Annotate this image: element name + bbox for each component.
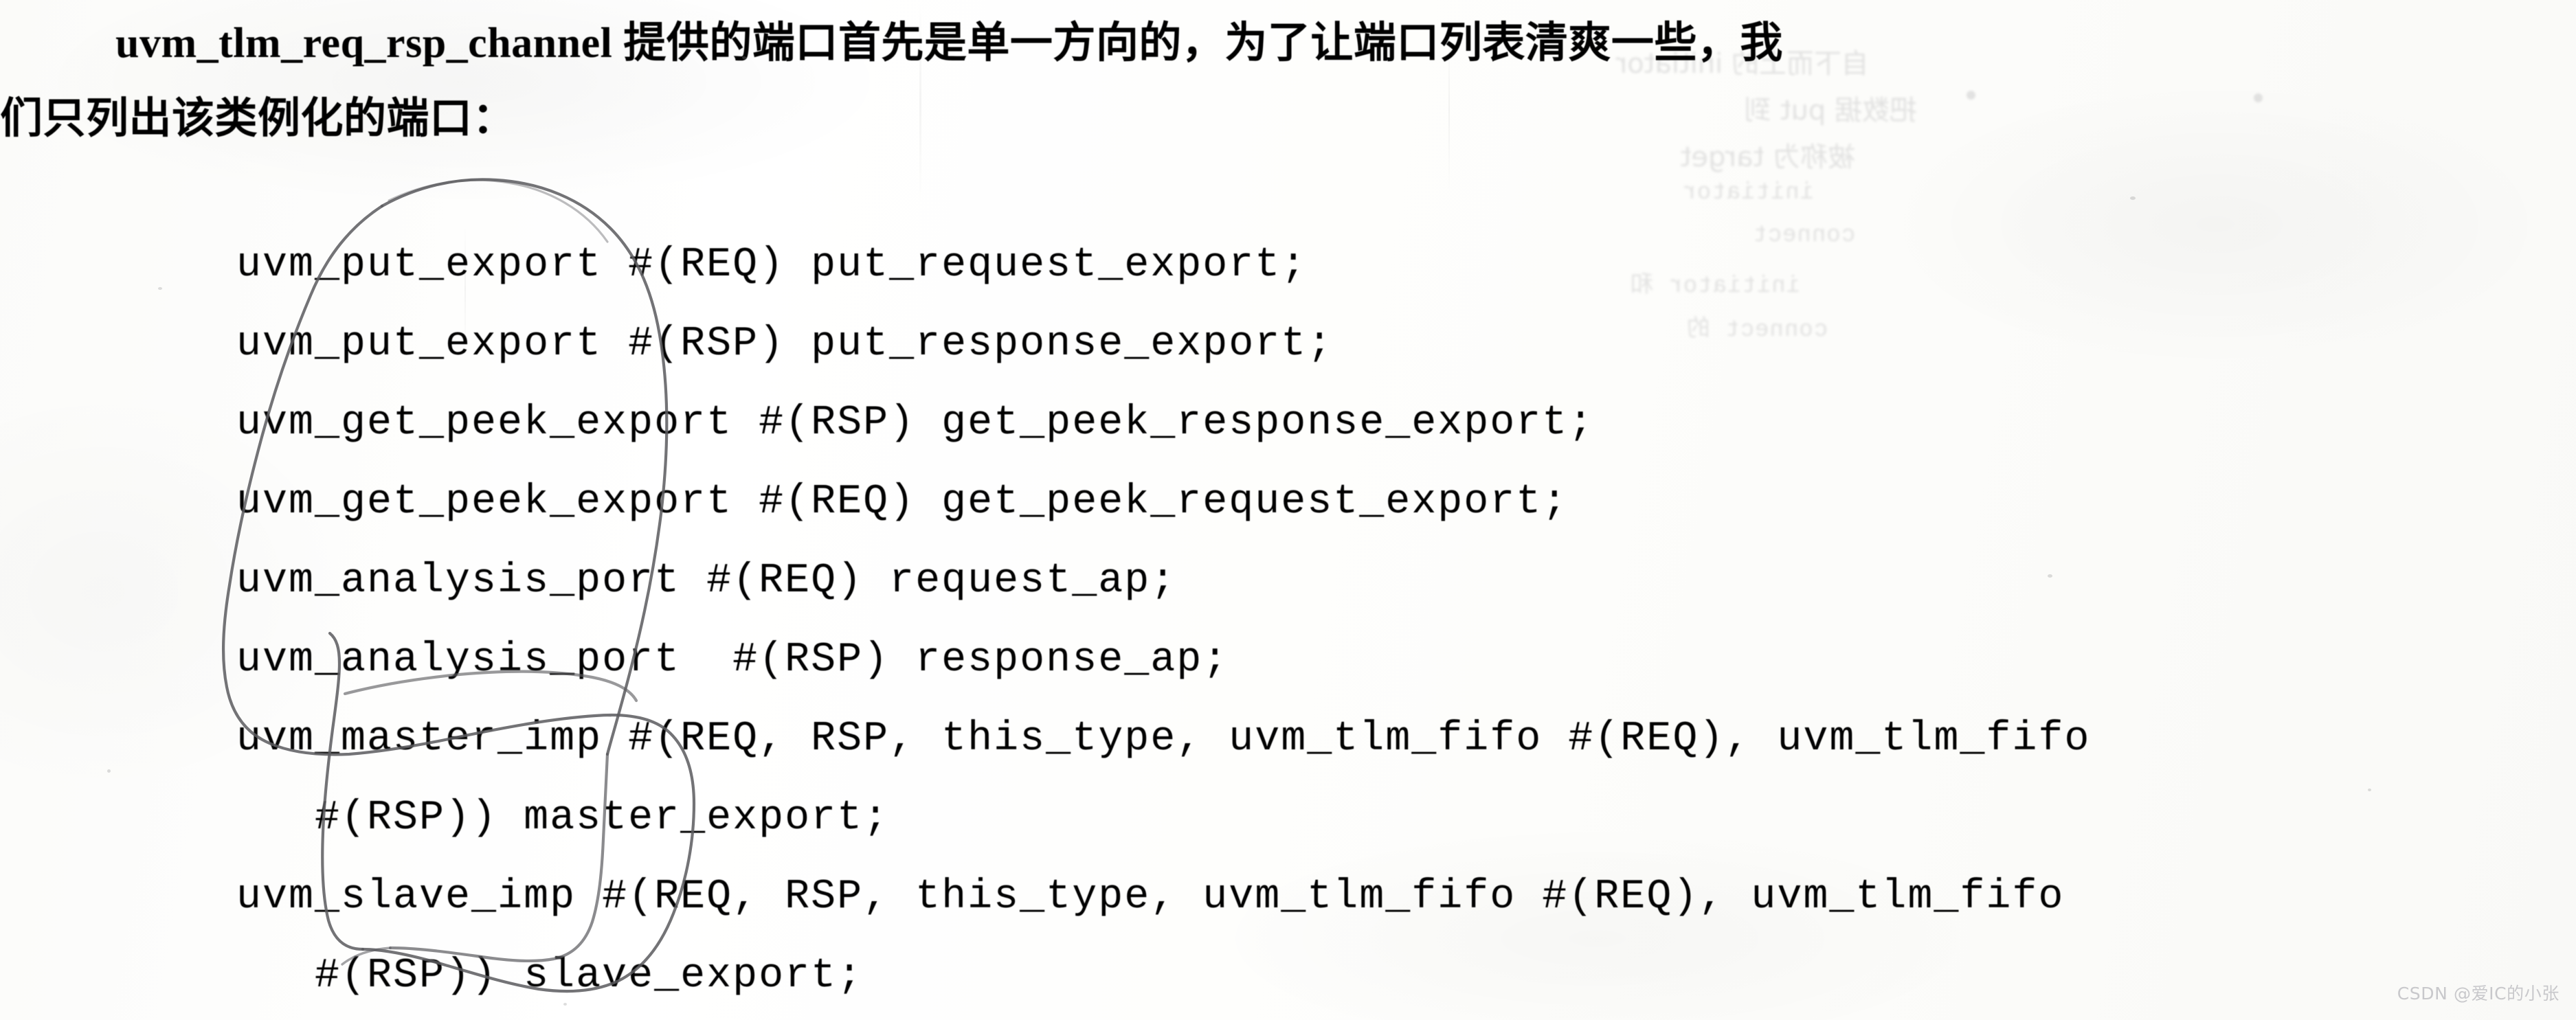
scan-streak	[1448, 27, 1450, 192]
code-line: #(RSP)) master_export;	[236, 795, 890, 841]
code-line: uvm_put_export #(RSP) put_response_expor…	[236, 321, 1334, 367]
scan-streak	[464, 227, 466, 350]
code-line: uvm_analysis_port #(RSP) response_ap;	[236, 637, 1229, 683]
code-line: uvm_put_export #(REQ) put_request_export…	[236, 242, 1308, 288]
code-listing: uvm_put_export #(REQ) put_request_export…	[0, 0, 2576, 1020]
code-line: uvm_get_peek_export #(RSP) get_peek_resp…	[236, 400, 1595, 446]
code-line: #(RSP)) slave_export;	[236, 953, 864, 999]
dust-speck	[563, 1003, 567, 1006]
scan-streak	[919, 0, 921, 206]
code-line: uvm_master_imp #(REQ, RSP, this_type, uv…	[236, 716, 2091, 762]
dust-speck	[2048, 574, 2052, 578]
code-line: uvm_get_peek_export #(REQ) get_peek_requ…	[236, 479, 1569, 525]
dust-speck	[2130, 196, 2136, 200]
code-line: uvm_slave_imp #(REQ, RSP, this_type, uvm…	[236, 874, 2065, 920]
dust-speck	[107, 769, 111, 773]
csdn-watermark: CSDN @爱IC的小张	[2397, 984, 2560, 1004]
dust-speck	[742, 56, 746, 59]
scanned-page: 自下而上的 initiator 把数据 put 到 被称为 target ini…	[0, 0, 2576, 1020]
dust-speck	[2368, 789, 2371, 791]
code-line: uvm_analysis_port #(REQ) request_ap;	[236, 558, 1177, 604]
dust-speck	[158, 287, 162, 290]
